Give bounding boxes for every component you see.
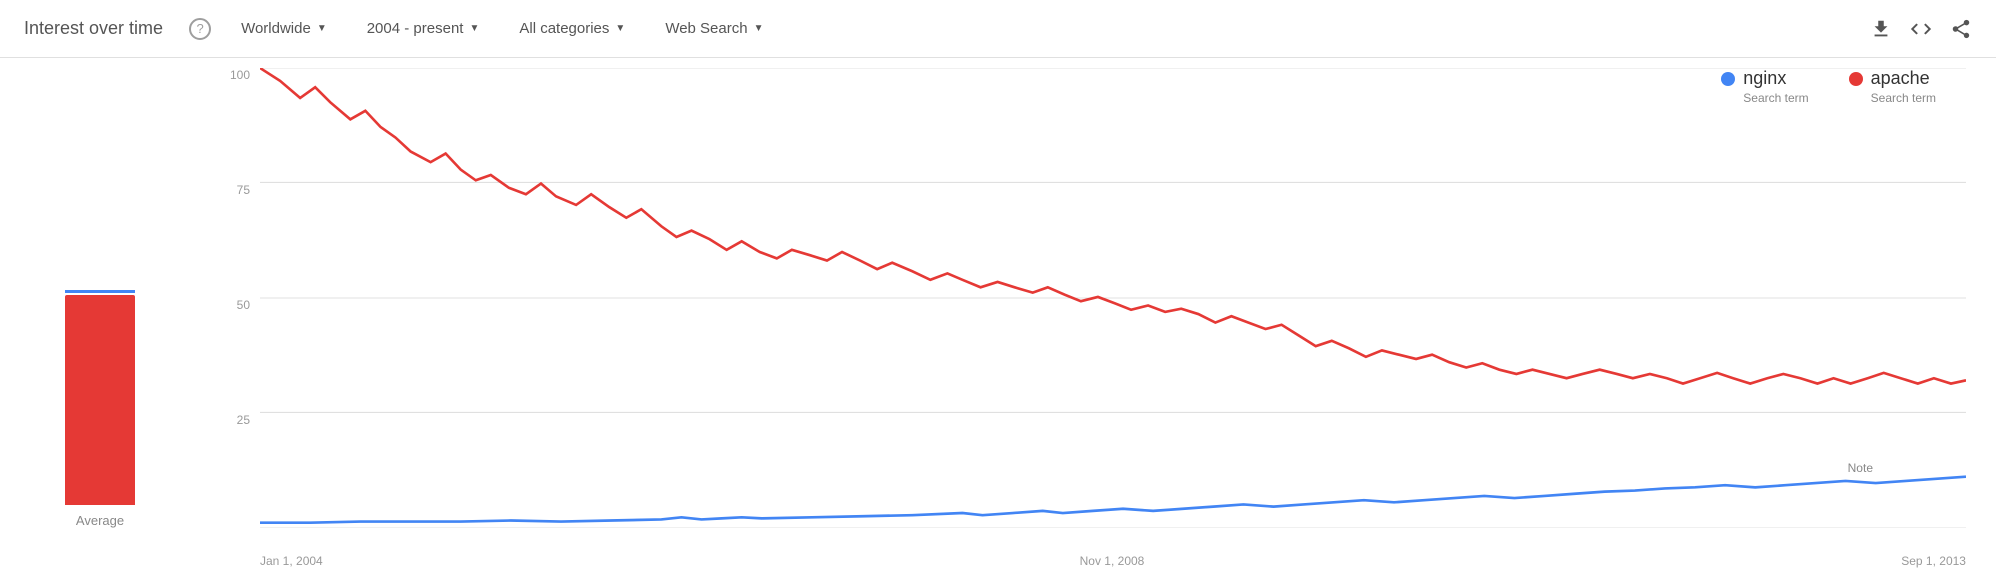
time-range-dropdown[interactable]: 2004 - present ▼: [357, 14, 490, 43]
categories-arrow: ▼: [615, 23, 625, 34]
note-label: Note: [1845, 460, 1876, 476]
time-range-label: 2004 - present: [367, 20, 464, 37]
x-axis: Jan 1, 2004 Nov 1, 2008 Sep 1, 2013: [260, 538, 1966, 568]
header-icons: [1870, 18, 1972, 40]
location-arrow: ▼: [317, 23, 327, 34]
y-label-50: 50: [237, 298, 250, 312]
chart-canvas: Note: [260, 68, 1966, 528]
x-label-2008: Nov 1, 2008: [1080, 554, 1145, 568]
y-label-25: 25: [237, 413, 250, 427]
location-dropdown[interactable]: Worldwide ▼: [231, 14, 337, 43]
y-label-75: 75: [237, 183, 250, 197]
header: Interest over time ? Worldwide ▼ 2004 - …: [0, 0, 1996, 58]
x-label-2013: Sep 1, 2013: [1901, 554, 1966, 568]
chart-title: Interest over time: [24, 18, 163, 39]
location-label: Worldwide: [241, 20, 311, 37]
chart-area: nginx Search term apache Search term Ave…: [0, 58, 1996, 568]
download-button[interactable]: [1870, 18, 1892, 40]
avg-bar-nginx: [65, 290, 135, 293]
time-range-arrow: ▼: [469, 23, 479, 34]
apache-line: [260, 68, 1966, 384]
share-button[interactable]: [1950, 18, 1972, 40]
search-type-arrow: ▼: [754, 23, 764, 34]
average-section: Average: [0, 58, 200, 568]
main-chart: 100 75 50 25 Note: [200, 58, 1996, 568]
categories-label: All categories: [519, 20, 609, 37]
categories-dropdown[interactable]: All categories ▼: [509, 14, 635, 43]
avg-label: Average: [76, 513, 124, 528]
search-type-label: Web Search: [665, 20, 747, 37]
avg-bar-container: [60, 115, 140, 505]
x-label-2004: Jan 1, 2004: [260, 554, 323, 568]
help-icon[interactable]: ?: [189, 18, 211, 40]
embed-button[interactable]: [1910, 18, 1932, 40]
avg-bar-apache: [65, 295, 135, 505]
nginx-line: [260, 477, 1966, 523]
search-type-dropdown[interactable]: Web Search ▼: [655, 14, 773, 43]
y-label-100: 100: [230, 68, 250, 82]
y-axis: 100 75 50 25: [210, 68, 260, 528]
